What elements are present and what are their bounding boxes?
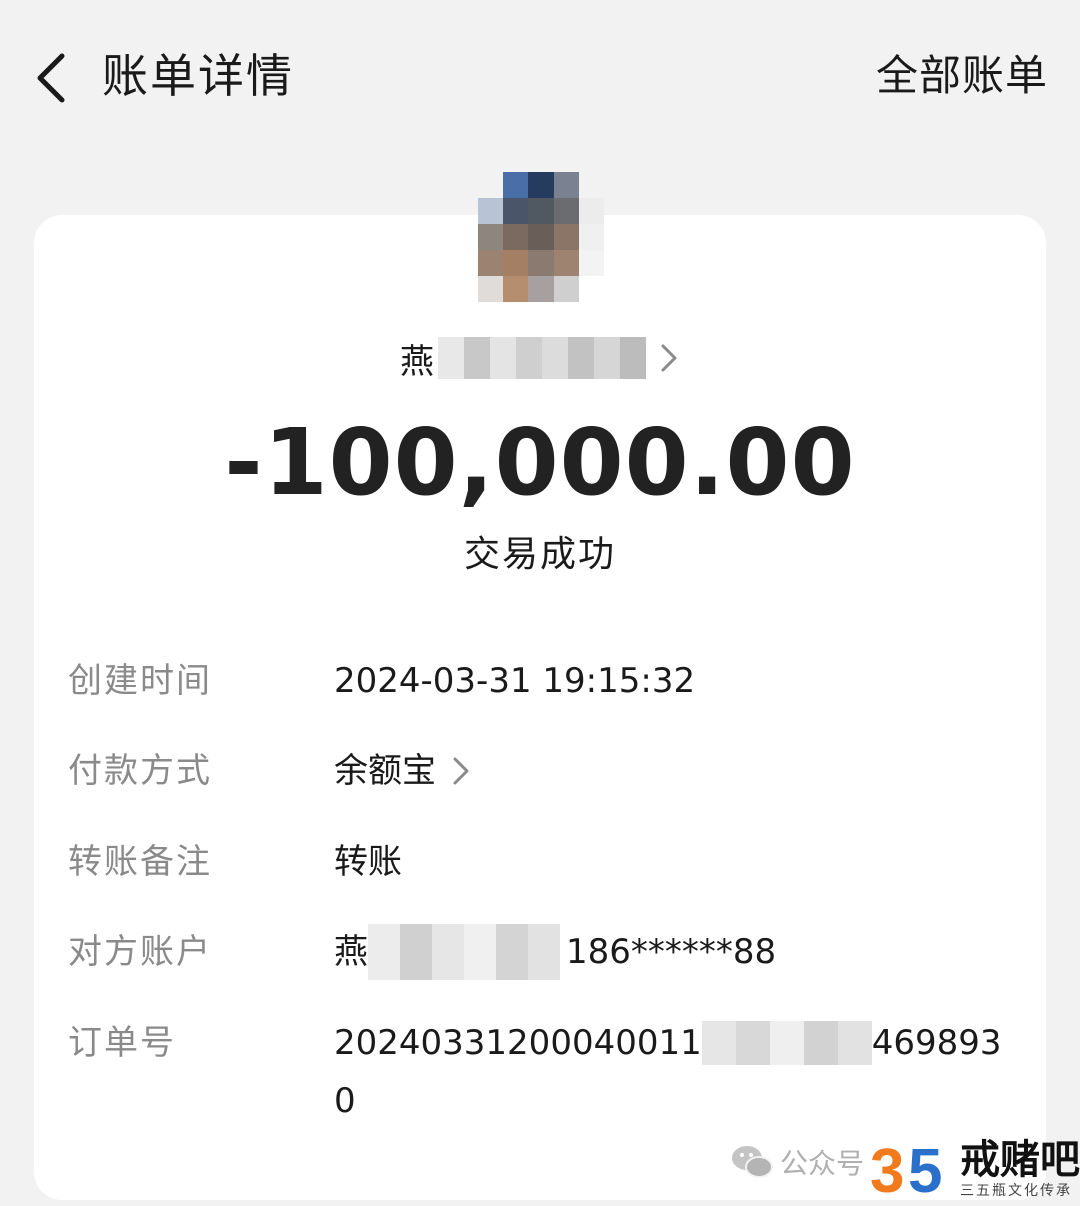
- watermark-text: 公众号: [780, 1147, 865, 1180]
- header: 账单详情 全部账单: [0, 0, 1080, 150]
- all-bills-link[interactable]: 全部账单: [876, 46, 1048, 106]
- payee-avatar[interactable]: [478, 172, 604, 302]
- page-title: 账单详情: [102, 49, 294, 103]
- counterparty-label: 对方账户: [68, 932, 212, 972]
- payment-method-label: 付款方式: [68, 751, 212, 791]
- payment-method-text: 余额宝: [334, 751, 436, 791]
- chevron-left-icon[interactable]: [28, 48, 80, 108]
- wechat-icon: [732, 1146, 773, 1178]
- chevron-right-icon: [661, 344, 677, 372]
- counterparty-name-mosaic: [368, 924, 560, 980]
- payee-name-row[interactable]: 燕: [0, 330, 1080, 386]
- watermark: 公众号 3 5 戒赌吧 三五瓶文化传承: [728, 1136, 1080, 1206]
- order-no-value: 20240331200040011 469893: [334, 1018, 1002, 1068]
- counterparty-phone: 186******88: [566, 932, 777, 972]
- chevron-right-icon: [453, 757, 469, 785]
- remark-label: 转账备注: [68, 842, 212, 882]
- transaction-amount: -100,000.00: [224, 409, 856, 516]
- watermark-brand: 戒赌吧: [960, 1137, 1080, 1183]
- order-no-suffix: 469893: [871, 1023, 1002, 1063]
- svg-text:3: 3: [870, 1137, 904, 1200]
- counterparty-value: 燕 186******88: [334, 924, 776, 980]
- order-no-mosaic: [701, 1021, 872, 1065]
- svg-text:5: 5: [908, 1137, 942, 1200]
- created-time-value: 2024-03-31 19:15:32: [334, 661, 696, 701]
- order-no-line2: 0: [334, 1081, 356, 1121]
- watermark-subtitle: 三五瓶文化传承: [960, 1183, 1072, 1199]
- order-no-label: 订单号: [68, 1023, 176, 1063]
- order-no-prefix: 20240331200040011: [334, 1023, 702, 1063]
- transaction-status: 交易成功: [463, 534, 616, 575]
- created-time-label: 创建时间: [68, 661, 212, 701]
- remark-value: 转账: [334, 842, 402, 882]
- payment-method-value[interactable]: 余额宝: [334, 746, 472, 796]
- payee-name-mosaic: [438, 337, 646, 379]
- counterparty-name-visible: 燕: [334, 932, 368, 972]
- brand-logo-icon: 3 5: [870, 1137, 942, 1200]
- payee-name-visible: 燕: [400, 341, 434, 382]
